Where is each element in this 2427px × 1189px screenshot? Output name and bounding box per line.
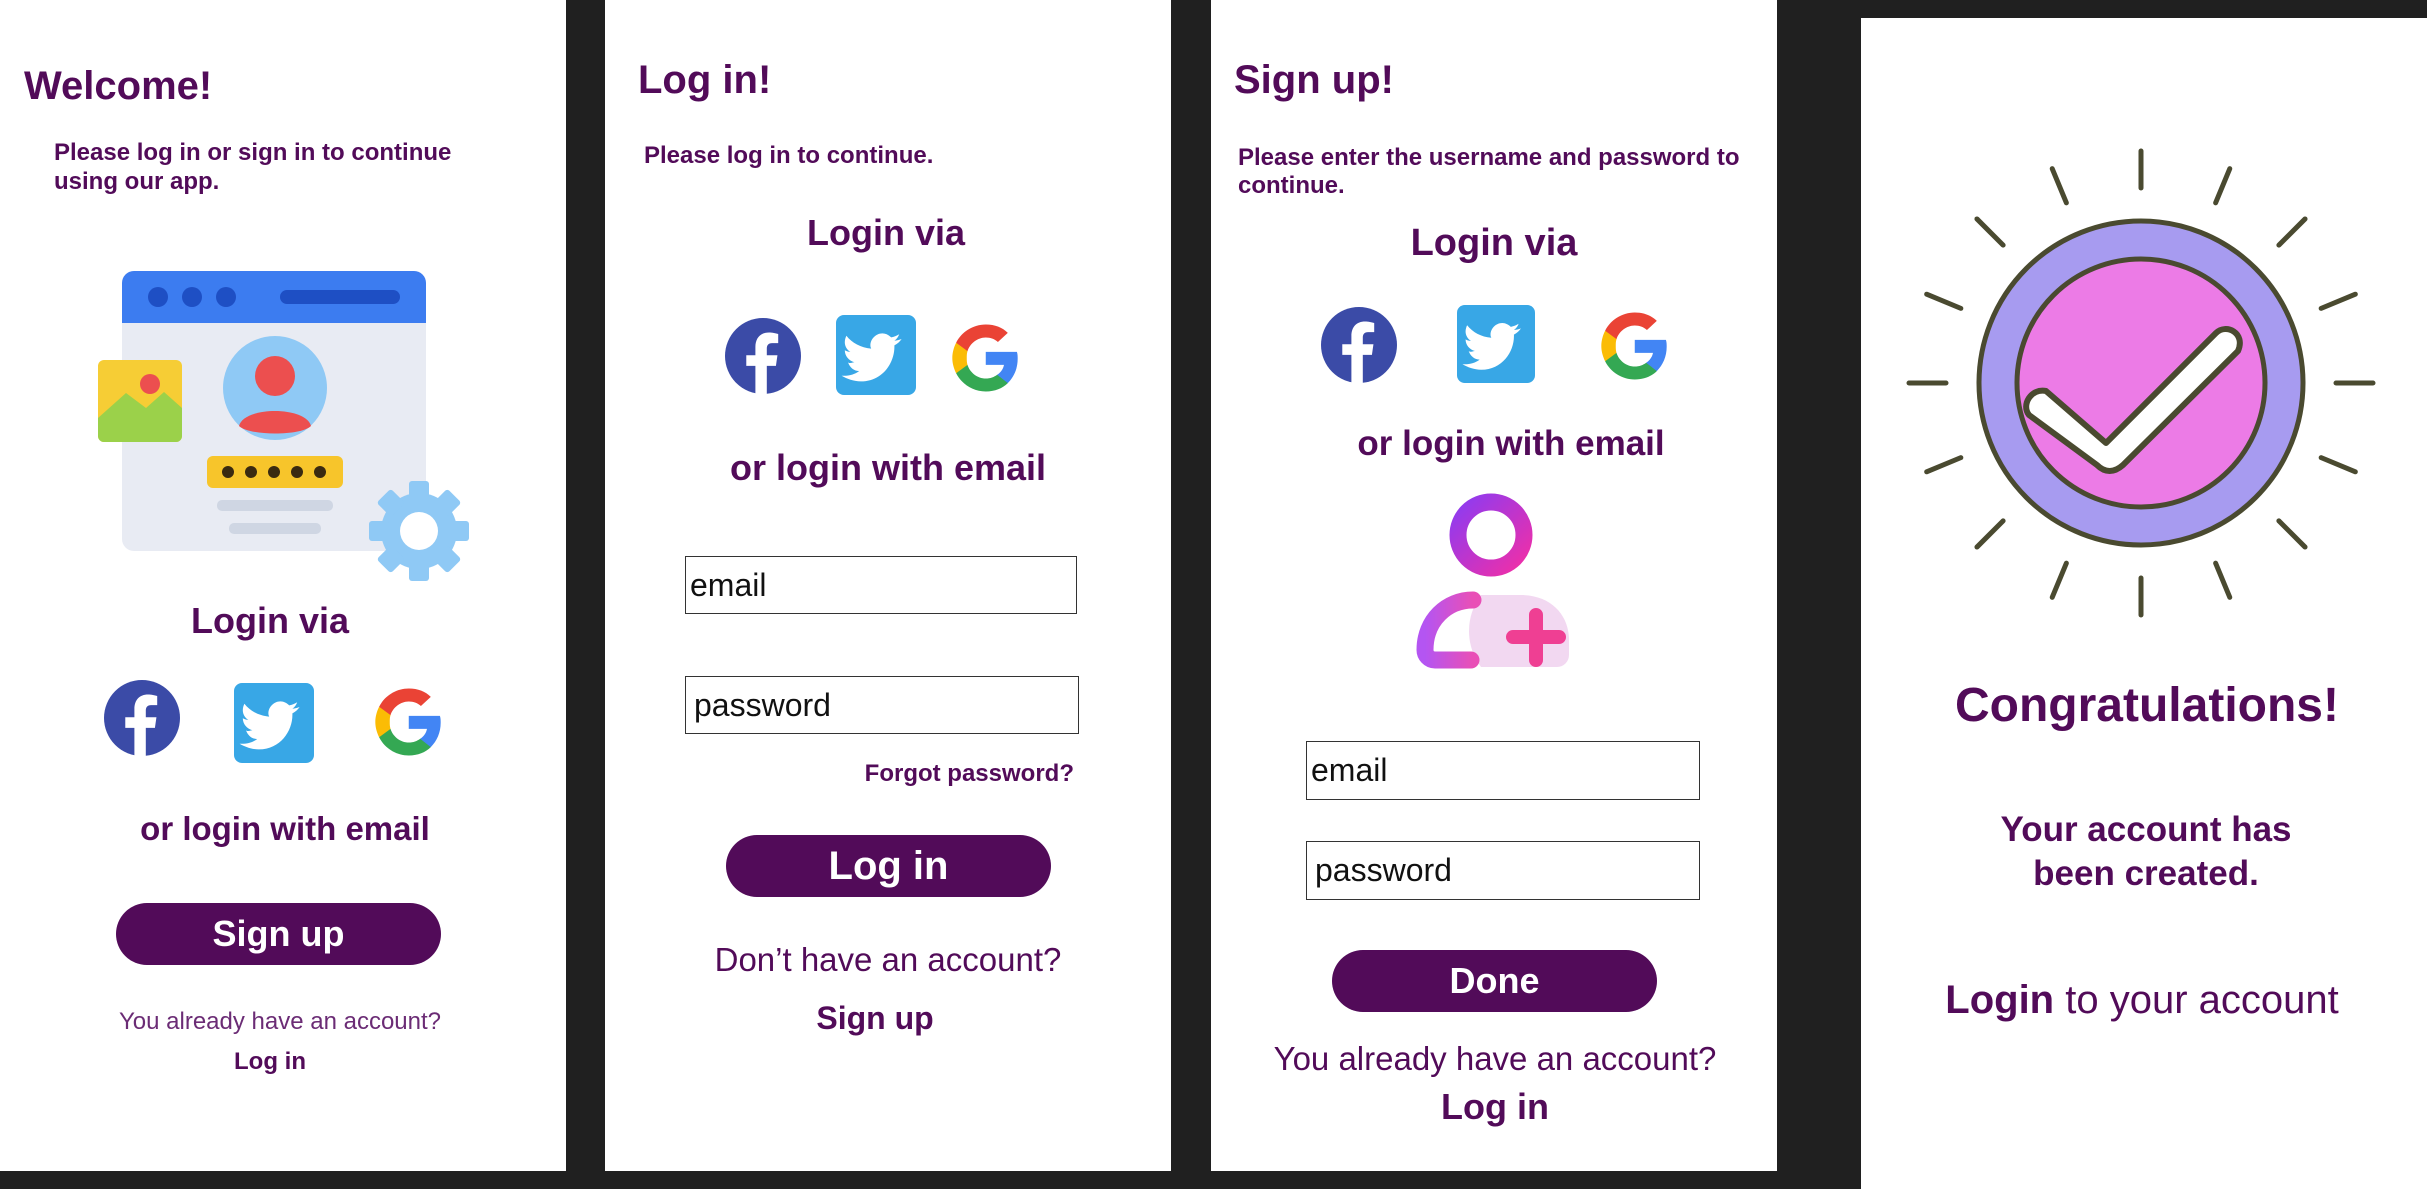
welcome-screen: Welcome! Please log in or sign in to con… xyxy=(0,0,566,1171)
login-button[interactable]: Log in xyxy=(726,835,1051,897)
twitter-icon xyxy=(234,683,314,763)
facebook-login-button[interactable] xyxy=(104,680,180,756)
login-link[interactable]: Log in xyxy=(1211,1086,1777,1128)
page-title: Sign up! xyxy=(1234,58,1394,102)
ray-line xyxy=(2213,560,2233,600)
twitter-login-button[interactable] xyxy=(1457,305,1535,383)
signup-link[interactable]: Sign up xyxy=(605,1000,1145,1037)
facebook-icon xyxy=(104,680,180,756)
page-title: Log in! xyxy=(638,58,772,102)
page-subtitle: Please log in to continue. xyxy=(644,142,934,169)
ray-line xyxy=(2049,166,2069,206)
ray-line xyxy=(2276,216,2308,248)
google-login-button[interactable] xyxy=(947,320,1023,396)
password-input[interactable] xyxy=(1306,841,1700,900)
success-screen: Congratulations! Your account has been c… xyxy=(1861,18,2427,1189)
profile-illustration xyxy=(98,271,469,581)
ray-line xyxy=(1924,455,1964,475)
no-account-text: Don’t have an account? xyxy=(714,941,1062,978)
login-prompt: Login to your account xyxy=(1861,978,2427,1023)
google-login-button[interactable] xyxy=(370,684,446,760)
password-input[interactable] xyxy=(685,676,1079,734)
done-button[interactable]: Done xyxy=(1332,950,1657,1012)
add-user-icon xyxy=(1416,493,1569,669)
ray-line xyxy=(1924,291,1964,311)
email-login-heading: or login with email xyxy=(140,810,430,847)
google-icon xyxy=(370,684,446,760)
ray-line xyxy=(2049,560,2069,600)
login-link[interactable]: Log in xyxy=(0,1048,540,1076)
google-login-button[interactable] xyxy=(1596,308,1672,384)
twitter-icon xyxy=(1457,305,1535,383)
email-login-heading: or login with email xyxy=(729,447,1047,488)
twitter-login-button[interactable] xyxy=(234,683,314,763)
ray-line xyxy=(2213,166,2233,206)
email-input[interactable] xyxy=(685,556,1077,614)
page-title: Welcome! xyxy=(24,64,213,108)
email-login-heading: or login with email xyxy=(1357,424,1665,463)
email-input[interactable] xyxy=(1306,741,1700,800)
login-via-heading: Login via xyxy=(806,212,965,253)
facebook-icon xyxy=(725,318,801,394)
login-via-heading: Login via xyxy=(190,600,349,641)
have-account-text: You already have an account? xyxy=(118,1008,442,1035)
page-subtitle: Please enter the username and password t… xyxy=(1238,144,1740,199)
ray-line xyxy=(2318,455,2358,475)
twitter-icon xyxy=(836,315,916,395)
facebook-icon xyxy=(1321,307,1397,383)
page-title: Congratulations! xyxy=(1955,679,2339,732)
google-icon xyxy=(1596,308,1672,384)
ray-line xyxy=(1974,216,2006,248)
google-icon xyxy=(947,320,1023,396)
facebook-login-button[interactable] xyxy=(1321,307,1397,383)
signup-button[interactable]: Sign up xyxy=(116,903,441,965)
twitter-login-button[interactable] xyxy=(836,315,916,395)
login-via-heading: Login via xyxy=(1410,222,1578,264)
check-badge-icon xyxy=(1906,148,2376,618)
login-screen: Log in! Please log in to continue. Login… xyxy=(605,0,1171,1171)
login-suffix: to your account xyxy=(2054,978,2339,1022)
facebook-login-button[interactable] xyxy=(725,318,801,394)
ray-line xyxy=(2276,518,2308,550)
forgot-password-link[interactable]: Forgot password? xyxy=(858,760,1074,788)
signup-screen: Sign up! Please enter the username and p… xyxy=(1211,0,1777,1171)
success-message: Your account has been created. xyxy=(2000,810,2292,893)
ray-line xyxy=(2318,291,2358,311)
ray-line xyxy=(1974,518,2006,550)
login-link[interactable]: Login xyxy=(1945,978,2054,1022)
page-subtitle: Please log in or sign in to continue usi… xyxy=(54,139,452,195)
have-account-text: You already have an account? xyxy=(1273,1040,1717,1077)
